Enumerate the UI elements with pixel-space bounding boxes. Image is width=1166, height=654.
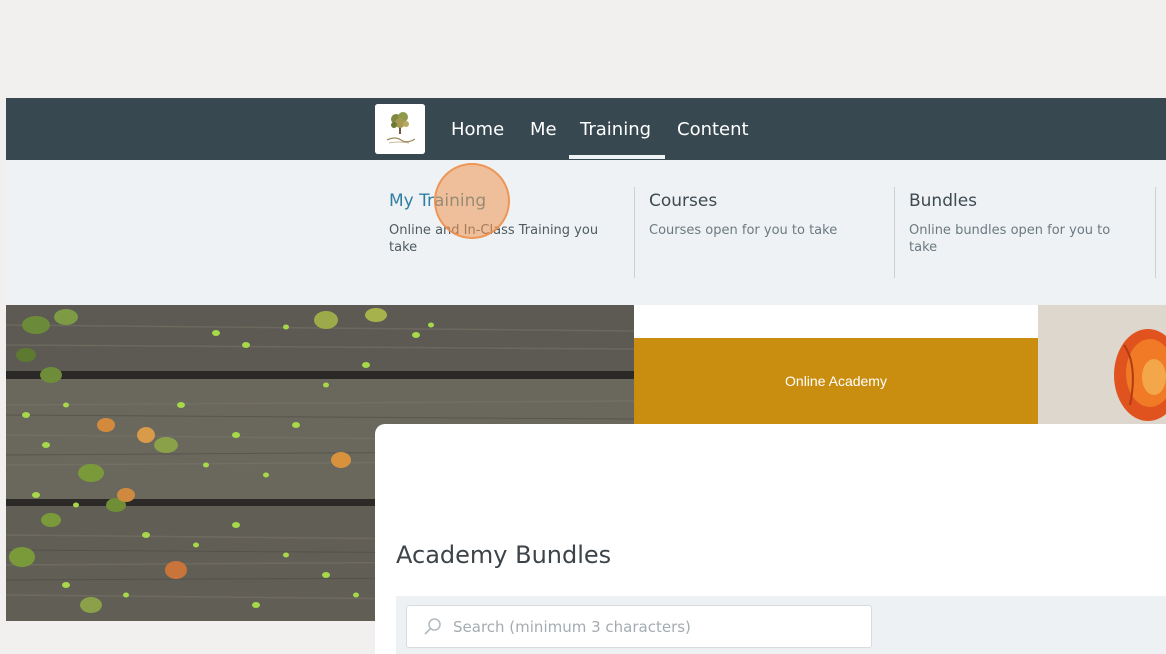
page-title: Academy Bundles xyxy=(396,541,612,569)
search-icon xyxy=(424,617,442,635)
dropdown-divider xyxy=(1155,187,1156,278)
dropdown-item-title[interactable]: Bundles xyxy=(909,188,1139,214)
nav-training-link[interactable]: Training xyxy=(580,117,651,143)
banner-label: Online Academy xyxy=(785,373,887,389)
nav-content-link[interactable]: Content xyxy=(677,117,749,143)
dropdown-item-description: Courses open for you to take xyxy=(649,223,838,238)
dropdown-item-description: Online bundles open for you to take xyxy=(909,223,1111,255)
dropdown-item-description: Online and In-Class Training you take xyxy=(389,223,599,255)
active-tab-indicator xyxy=(569,155,665,159)
dropdown-item-title[interactable]: Courses xyxy=(649,188,879,214)
search-input[interactable] xyxy=(406,605,872,648)
click-highlight-marker xyxy=(434,163,510,239)
dropdown-divider xyxy=(894,187,895,278)
dropdown-item-courses[interactable]: Courses Courses open for you to take xyxy=(649,188,879,239)
hero-white-strip xyxy=(634,305,1038,338)
nav-me-link[interactable]: Me xyxy=(530,117,557,143)
page: Home Me Training Content My Training Onl… xyxy=(0,0,1166,654)
nav-home-link[interactable]: Home xyxy=(451,117,504,143)
tree-logo-icon[interactable] xyxy=(375,104,425,154)
dropdown-divider xyxy=(634,187,635,278)
dropdown-item-bundles[interactable]: Bundles Online bundles open for you to t… xyxy=(909,188,1139,256)
online-academy-banner: Online Academy xyxy=(634,338,1038,424)
hero-flower-image xyxy=(1038,305,1166,424)
